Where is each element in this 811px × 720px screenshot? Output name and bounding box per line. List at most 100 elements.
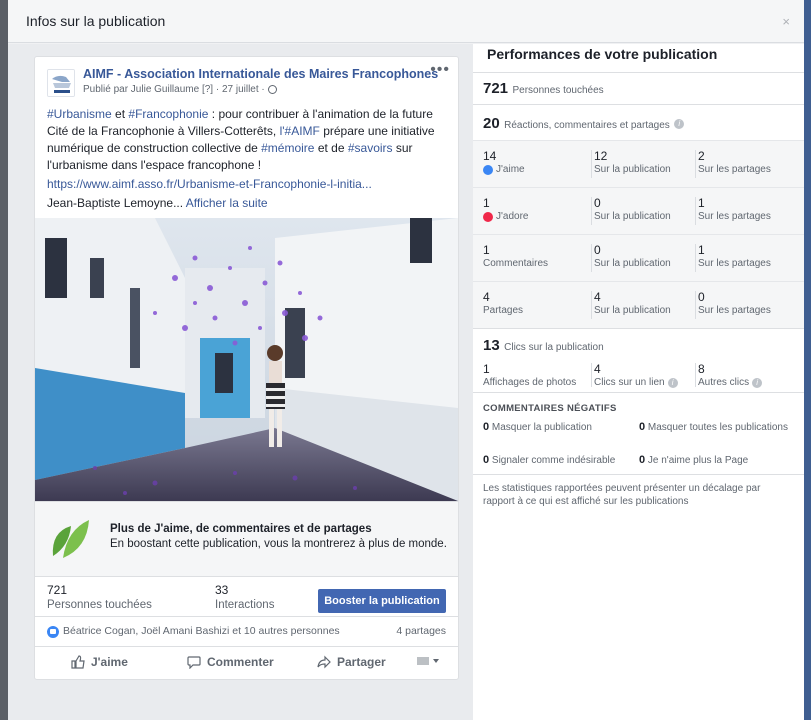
post-url-link[interactable]: https://www.aimf.asso.fr/Urbanisme-et-Fr… [35,174,458,191]
comment-button[interactable]: Commenter [187,655,274,669]
engagement-section: 20 Réactions, commentaires et partages i [473,104,804,140]
metric-num: 14 [483,149,497,163]
divider [695,197,696,225]
metric-share-num: 0 [698,290,705,304]
like-label: J'aime [91,655,128,669]
divider [695,291,696,319]
post-author[interactable]: AIMF - Association Internationale des Ma… [83,67,458,81]
neg-num: 0 [639,421,646,433]
stats-disclaimer: Les statistiques rapportées peuvent prés… [483,483,761,507]
hashtag-urbanisme[interactable]: #Urbanisme [47,107,112,121]
post-signature: Jean-Baptiste Lemoyne... Afficher la sui… [35,191,458,210]
info-icon[interactable]: i [752,377,763,388]
promo-title: Plus de J'aime, de commentaires et de pa… [110,523,372,535]
perf-engagement-num: 20 [483,115,500,132]
metric-post-num: 0 [594,243,601,257]
neg-unlike-page: 0 Je n'aime plus la Page [639,454,789,467]
comment-label: Commenter [207,655,274,669]
interactions-label: Interactions [215,599,275,611]
neg-num: 0 [639,454,646,466]
neg-hide-all: 0 Masquer toutes les publications [639,421,789,434]
post-photo[interactable] [35,218,458,501]
divider [591,363,592,387]
divider [695,150,696,178]
neg-num: 0 [483,421,490,433]
link-clicks-label: Clics sur un lien [594,377,665,388]
reactors-names[interactable]: Béatrice Cogan, Joël Amani Bashizi et 10… [63,625,340,637]
close-icon[interactable]: × [782,14,790,29]
like-reaction-icon [483,164,493,175]
post-message: #Urbanisme et #Francophonie : pour contr… [35,99,458,174]
byline-text: Publié par Julie Guillaume [?] · 27 juil… [83,84,268,95]
interactions-count: 33 [215,583,229,597]
comment-icon [187,656,201,669]
other-clicks-label-wrap: Autres clics i [698,377,763,388]
audience-selector[interactable] [417,655,441,667]
other-clicks-label: Autres clics [698,377,750,388]
leaf-icon [52,520,89,558]
hashtag-memoire[interactable]: #mémoire [261,141,314,155]
metric-label-wrap: J'aime [483,164,525,175]
more-options-icon[interactable]: ••• [430,61,450,79]
metric-num: 4 [483,290,490,304]
shares-count[interactable]: 4 partages [396,625,446,637]
info-icon[interactable]: i [667,377,678,388]
boost-post-button[interactable]: Booster la publication [318,589,446,613]
perf-engagement-label: Réactions, commentaires et partages [504,120,670,131]
clicks-num: 13 [483,337,500,354]
info-icon[interactable]: i [674,118,685,129]
performance-title: Performances de votre publication [487,46,718,62]
reach-count: 721 [47,583,68,597]
hashtag-aimf[interactable]: l'#AIMF [280,124,320,138]
metric-row-shares: 4 Partages 4 Sur la publication 0 Sur le… [473,281,804,328]
love-reaction-icon [483,211,493,222]
like-button[interactable]: J'aime [71,655,128,669]
neg-report-spam: 0 Signaler comme indésirable [483,454,633,467]
link-clicks-num: 4 [594,362,601,376]
metric-post-label: Sur la publication [594,258,671,269]
page-avatar[interactable] [47,69,75,97]
metric-post-num: 0 [594,196,601,210]
neg-label: Je n'aime plus la Page [647,455,749,466]
reach-section: 721 Personnes touchées [473,72,804,104]
neg-label: Signaler comme indésirable [491,455,616,466]
metric-num: 1 [483,196,490,210]
post-byline: Publié par Julie Guillaume [?] · 27 juil… [83,84,458,95]
engagement-breakdown: 14 J'aime 12 Sur la publication 2 Sur le… [473,140,804,328]
background-strip-right [804,0,811,720]
negative-feedback-section: COMMENTAIRES NÉGATIFS 0 Masquer la publi… [473,392,804,474]
metric-row-loves: 1 J'adore 0 Sur la publication 1 Sur les… [473,187,804,234]
divider [591,244,592,272]
reactions-summary[interactable]: Béatrice Cogan, Joël Amani Bashizi et 10… [35,616,458,646]
metric-label: Partages [483,305,524,316]
share-label: Partager [337,655,386,669]
photo-views-num: 1 [483,362,490,376]
perf-reach-label: Personnes touchées [512,85,604,96]
photo-views-label: Affichages de photos [483,377,577,388]
metric-row-likes: 14 J'aime 12 Sur la publication 2 Sur le… [473,140,804,187]
post-header: AIMF - Association Internationale des Ma… [35,57,458,99]
divider [695,363,696,387]
divider [591,197,592,225]
promo-subtitle: En boostant cette publication, vous la m… [110,538,447,550]
hashtag-francophonie[interactable]: #Francophonie [128,107,208,121]
metric-post-label: Sur la publication [594,305,671,316]
metric-num: 1 [483,243,490,257]
hashtag-savoirs[interactable]: #savoirs [348,141,393,155]
metric-label: J'aime [496,164,525,175]
divider [591,291,592,319]
post-stats-row: 721 Personnes touchées 33 Interactions B… [35,576,458,616]
clicks-label: Clics sur la publication [504,342,604,353]
page-audience-icon [417,657,439,665]
signature-text: Jean-Baptiste Lemoyne... [47,196,184,210]
share-button[interactable]: Partager [317,655,386,669]
metric-share-label: Sur les partages [698,258,771,269]
disclaimer-section: Les statistiques rapportées peuvent prés… [473,474,804,524]
metric-post-num: 4 [594,290,601,304]
metric-label: J'adore [496,211,529,222]
metric-share-num: 2 [698,149,705,163]
metric-post-label: Sur la publication [594,164,671,175]
see-more-link[interactable]: Afficher la suite [186,196,268,210]
metric-share-label: Sur les partages [698,164,771,175]
metric-label: Commentaires [483,258,549,269]
